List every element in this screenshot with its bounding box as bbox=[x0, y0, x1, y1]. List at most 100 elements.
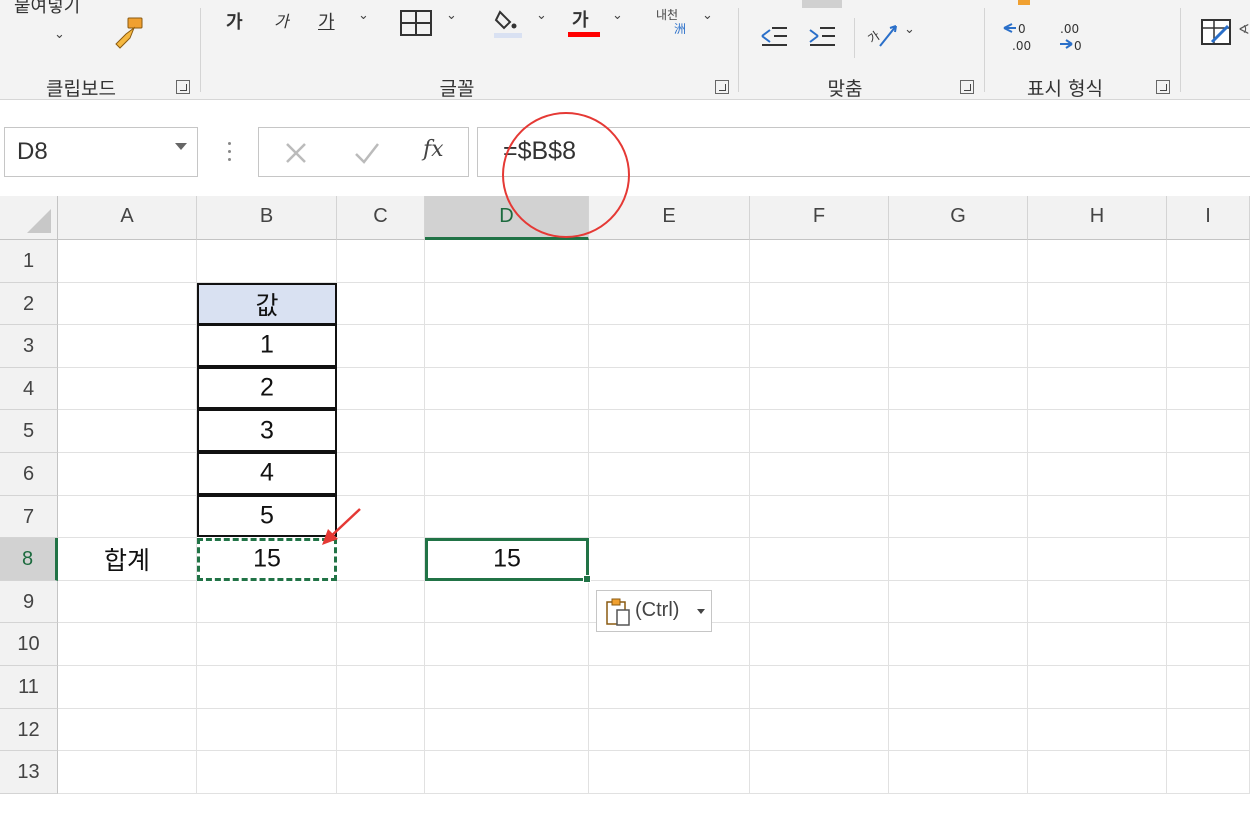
cell-g7[interactable] bbox=[889, 495, 1028, 539]
cell-a10[interactable] bbox=[58, 623, 197, 666]
column-header-i[interactable]: I bbox=[1167, 196, 1250, 240]
cell-d10[interactable] bbox=[425, 623, 589, 666]
cell-g1[interactable] bbox=[889, 240, 1028, 283]
cell-c12[interactable] bbox=[337, 708, 425, 752]
cell-b8[interactable]: 15 bbox=[197, 538, 337, 581]
decrease-indent-icon[interactable] bbox=[760, 24, 788, 48]
cell-e11[interactable] bbox=[589, 666, 750, 709]
font-grow-button[interactable]: 가 bbox=[226, 8, 243, 34]
cell-e12[interactable] bbox=[589, 708, 750, 752]
cell-d7[interactable] bbox=[425, 495, 589, 539]
cell-c10[interactable] bbox=[337, 623, 425, 666]
formula-bar-grip-icon[interactable] bbox=[226, 142, 232, 164]
clipboard-launcher-icon[interactable] bbox=[176, 80, 190, 94]
cell-a8[interactable]: 합계 bbox=[58, 538, 197, 581]
cell-d3[interactable] bbox=[425, 325, 589, 368]
fill-color-icon[interactable] bbox=[492, 6, 524, 40]
increase-decimal-icon[interactable]: 0 .00 bbox=[1002, 20, 1042, 54]
row-header-11[interactable]: 11 bbox=[0, 666, 58, 709]
borders-icon[interactable] bbox=[400, 10, 432, 36]
cell-d9[interactable] bbox=[425, 580, 589, 624]
orientation-chevron-icon[interactable]: ⌄ bbox=[904, 22, 915, 37]
cell-f4[interactable] bbox=[750, 367, 889, 411]
worksheet-grid[interactable]: A B C D E F G H I 1 2 값 3 1 4 2 5 3 6 4 7 5 8 합계 15 15 9 10 11 12 13 bbox=[0, 196, 1250, 813]
cell-h7[interactable] bbox=[1028, 495, 1167, 539]
cell-d1[interactable] bbox=[425, 240, 589, 283]
cell-g6[interactable] bbox=[889, 453, 1028, 496]
cell-c11[interactable] bbox=[337, 666, 425, 709]
cell-i11[interactable] bbox=[1167, 666, 1250, 709]
cell-d13[interactable] bbox=[425, 751, 589, 794]
fill-handle[interactable] bbox=[583, 574, 591, 583]
column-header-f[interactable]: F bbox=[750, 196, 889, 240]
cell-h10[interactable] bbox=[1028, 623, 1167, 666]
cell-a6[interactable] bbox=[58, 453, 197, 496]
cell-d11[interactable] bbox=[425, 666, 589, 709]
cell-b11[interactable] bbox=[197, 666, 337, 709]
cell-d5[interactable] bbox=[425, 410, 589, 453]
cell-c4[interactable] bbox=[337, 367, 425, 411]
cell-h6[interactable] bbox=[1028, 453, 1167, 496]
orientation-icon[interactable]: 가 bbox=[865, 20, 900, 50]
cell-i3[interactable] bbox=[1167, 325, 1250, 368]
row-header-6[interactable]: 6 bbox=[0, 453, 58, 496]
cell-e13[interactable] bbox=[589, 751, 750, 794]
cell-d8[interactable]: 15 bbox=[425, 538, 591, 583]
cell-d4[interactable] bbox=[425, 367, 589, 411]
column-header-a[interactable]: A bbox=[58, 196, 197, 240]
cell-g11[interactable] bbox=[889, 666, 1028, 709]
cell-h1[interactable] bbox=[1028, 240, 1167, 283]
cell-e5[interactable] bbox=[589, 410, 750, 453]
cell-e7[interactable] bbox=[589, 495, 750, 539]
cell-g13[interactable] bbox=[889, 751, 1028, 794]
cell-a11[interactable] bbox=[58, 666, 197, 709]
row-header-1[interactable]: 1 bbox=[0, 240, 58, 283]
cell-i13[interactable] bbox=[1167, 751, 1250, 794]
cell-h8[interactable] bbox=[1028, 538, 1167, 581]
cell-a4[interactable] bbox=[58, 367, 197, 411]
cell-b1[interactable] bbox=[197, 240, 337, 283]
cell-c5[interactable] bbox=[337, 410, 425, 453]
underline-chevron-icon[interactable]: ⌄ bbox=[358, 8, 369, 23]
cell-f6[interactable] bbox=[750, 453, 889, 496]
cell-f5[interactable] bbox=[750, 410, 889, 453]
cell-h2[interactable] bbox=[1028, 282, 1167, 326]
column-header-g[interactable]: G bbox=[889, 196, 1028, 240]
cell-i2[interactable] bbox=[1167, 282, 1250, 326]
cell-b7[interactable]: 5 bbox=[197, 494, 337, 538]
phonetic-button[interactable]: 내천 洲 bbox=[656, 6, 696, 40]
font-color-button[interactable]: 가 bbox=[568, 4, 600, 38]
cell-a12[interactable] bbox=[58, 708, 197, 752]
cell-e6[interactable] bbox=[589, 453, 750, 496]
format-painter-icon[interactable] bbox=[112, 16, 148, 52]
cell-c2[interactable] bbox=[337, 282, 425, 326]
cell-i1[interactable] bbox=[1167, 240, 1250, 283]
cell-c3[interactable] bbox=[337, 325, 425, 368]
cell-a2[interactable] bbox=[58, 282, 197, 326]
row-header-12[interactable]: 12 bbox=[0, 708, 58, 752]
font-shrink-button[interactable]: 가 bbox=[274, 8, 289, 32]
row-header-10[interactable]: 10 bbox=[0, 623, 58, 666]
cell-e8[interactable] bbox=[589, 538, 750, 581]
cell-c9[interactable] bbox=[337, 580, 425, 624]
cell-d12[interactable] bbox=[425, 708, 589, 752]
cell-g2[interactable] bbox=[889, 282, 1028, 326]
cell-h5[interactable] bbox=[1028, 410, 1167, 453]
column-header-c[interactable]: C bbox=[337, 196, 425, 240]
cell-g4[interactable] bbox=[889, 367, 1028, 411]
paste-dropdown-chevron-icon[interactable]: ⌄ bbox=[54, 27, 65, 42]
paste-button[interactable]: 붙여넣기 bbox=[14, 0, 80, 18]
alignment-launcher-icon[interactable] bbox=[960, 80, 974, 94]
row-header-2[interactable]: 2 bbox=[0, 282, 58, 326]
row-header-13[interactable]: 13 bbox=[0, 751, 58, 794]
cell-f12[interactable] bbox=[750, 708, 889, 752]
cell-h4[interactable] bbox=[1028, 367, 1167, 411]
name-box-dropdown-icon[interactable] bbox=[175, 143, 187, 150]
cell-a9[interactable] bbox=[58, 580, 197, 624]
cell-b5[interactable]: 3 bbox=[197, 409, 337, 452]
cell-b4[interactable]: 2 bbox=[197, 366, 337, 410]
cell-g3[interactable] bbox=[889, 325, 1028, 368]
cell-g10[interactable] bbox=[889, 623, 1028, 666]
name-box[interactable]: D8 bbox=[4, 127, 198, 177]
cell-i4[interactable] bbox=[1167, 367, 1250, 411]
